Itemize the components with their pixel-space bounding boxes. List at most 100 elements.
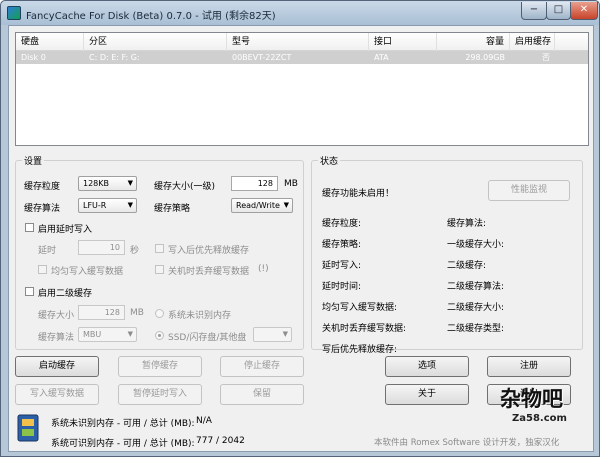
table-row[interactable]: Disk 0 C: D: E: F: G: 00BEVT-22ZCT ATA 2…: [16, 51, 588, 64]
column-header-enabled[interactable]: 启用缓存: [510, 33, 555, 51]
write-priority-label: 写入后优先释放缓存: [168, 246, 250, 256]
column-header-model[interactable]: 型号: [227, 33, 369, 51]
chevron-down-icon: ▼: [127, 179, 133, 187]
options-button[interactable]: 选项: [385, 356, 469, 377]
l2-cache-checkbox[interactable]: [25, 287, 34, 296]
l2-algo-select[interactable]: MBU ▼: [78, 327, 137, 342]
app-icon: [7, 6, 21, 20]
uniform-write-checkbox[interactable]: [38, 265, 47, 274]
status-label: 延时写入:: [322, 261, 362, 271]
status-label: 二级缓存类型:: [447, 324, 505, 334]
column-header-disk[interactable]: 硬盘: [16, 33, 84, 51]
credit-text: 本软件由 Romex Software 设计开发，独家汉化: [374, 438, 560, 448]
cell-disk: Disk 0: [21, 53, 46, 62]
app-window: FancyCache For Disk (Beta) 0.7.0 - 试用 (剩…: [0, 0, 600, 457]
ssd-device-select[interactable]: ▼: [253, 327, 292, 342]
discard-on-shutdown-label: 关机时丢弃缓写数据: [168, 267, 250, 277]
status-label: 均匀写入缓写数据:: [322, 303, 398, 313]
cache-size-label: 缓存大小(一级): [154, 182, 216, 192]
chevron-down-icon: ▼: [283, 201, 289, 209]
minimize-button[interactable]: −: [521, 2, 547, 20]
cache-granularity-label: 缓存粒度: [24, 182, 61, 192]
performance-monitor-button[interactable]: 性能监视: [488, 180, 570, 201]
l2-size-input[interactable]: 128: [78, 305, 125, 320]
status-message: 缓存功能未启用！: [322, 189, 395, 199]
pause-cache-button[interactable]: 暂停缓存: [118, 356, 202, 377]
disk-table[interactable]: 硬盘 分区 型号 接口 容量 启用缓存 Disk 0 C: D: E: F: G…: [15, 32, 589, 146]
cache-policy-value: Read/Write: [236, 201, 280, 210]
write-deferred-button[interactable]: 写入缓写数据: [15, 384, 99, 405]
recognized-memory-footer-label: 系统可识别内存 - 可用 / 总计 (MB):: [51, 439, 195, 449]
status-label: 缓存粒度:: [322, 219, 362, 229]
l2-algo-label: 缓存算法: [38, 333, 75, 343]
status-label: 二级缓存算法:: [447, 282, 505, 292]
title-bar[interactable]: FancyCache For Disk (Beta) 0.7.0 - 试用 (剩…: [1, 1, 599, 25]
settings-title: 设置: [22, 154, 45, 167]
cache-size-unit: MB: [284, 179, 298, 189]
discard-on-shutdown-checkbox[interactable]: [155, 265, 164, 274]
cache-granularity-value: 128KB: [83, 179, 110, 188]
cell-partition: C: D: E: F: G:: [89, 53, 140, 62]
delay-unit: 秒: [130, 246, 140, 256]
warning-hint: (!): [258, 264, 269, 274]
stop-cache-button[interactable]: 停止缓存: [220, 356, 304, 377]
ssd-label: SSD/闪存盘/其他盘: [168, 333, 247, 343]
delay-label: 延时: [38, 246, 57, 256]
column-header-partition[interactable]: 分区: [84, 33, 227, 51]
recognized-memory-footer-value: 777 / 2042: [196, 436, 245, 446]
cell-enabled: 否: [542, 53, 550, 62]
settings-group: 设置 缓存粒度 128KB ▼ 缓存大小(一级) 128 MB 缓存算法 LFU-…: [15, 154, 304, 350]
unrecognized-memory-radio[interactable]: [155, 309, 164, 318]
status-label: 写后优先释放缓存:: [322, 345, 398, 355]
l2-size-label: 缓存大小: [38, 311, 75, 321]
cell-model: 00BEVT-22ZCT: [232, 53, 292, 62]
watermark-logo: 杂物吧 Za58.com: [500, 383, 567, 424]
cache-algo-value: LFU-R: [83, 201, 107, 210]
cell-capacity: 298.09GB: [465, 53, 505, 62]
unrecognized-memory-label: 系统未识别内存: [168, 311, 232, 321]
cache-policy-select[interactable]: Read/Write ▼: [231, 198, 293, 213]
register-button[interactable]: 注册: [487, 356, 571, 377]
cache-granularity-select[interactable]: 128KB ▼: [78, 176, 137, 191]
write-priority-checkbox[interactable]: [155, 244, 164, 253]
cache-algo-select[interactable]: LFU-R ▼: [78, 198, 137, 213]
window-title: FancyCache For Disk (Beta) 0.7.0 - 试用 (剩…: [26, 11, 276, 22]
status-label: 关机时丢弃缓写数据:: [322, 324, 407, 334]
status-group: 状态 缓存功能未启用！ 性能监视 缓存粒度: 缓存策略: 延时写入: 延时时间:…: [311, 154, 583, 355]
memory-chip-icon: [17, 414, 39, 442]
status-label: 缓存策略:: [322, 240, 362, 250]
delay-input[interactable]: 10: [78, 240, 125, 255]
delay-write-checkbox[interactable]: [25, 223, 34, 232]
chevron-down-icon: ▼: [127, 201, 133, 209]
status-label: 延时时间:: [322, 282, 362, 292]
cache-policy-label: 缓存策略: [154, 204, 191, 214]
cell-interface: ATA: [374, 53, 389, 62]
status-label: 二级缓存大小:: [447, 303, 505, 313]
unrecognized-memory-footer-value: N/A: [196, 416, 212, 426]
unrecognized-memory-footer-label: 系统未识别内存 - 可用 / 总计 (MB):: [51, 419, 195, 429]
cache-size-input[interactable]: 128: [231, 176, 278, 191]
status-label: 二级缓存:: [447, 261, 487, 271]
close-button[interactable]: ✕: [570, 2, 598, 20]
watermark-big: 杂物吧: [500, 387, 563, 411]
chevron-down-icon: ▼: [282, 330, 288, 338]
status-label: 缓存算法:: [447, 219, 487, 229]
ssd-radio[interactable]: [155, 331, 164, 340]
delay-write-label: 启用延时写入: [38, 225, 93, 235]
start-cache-button[interactable]: 启动缓存: [15, 356, 99, 377]
l2-algo-value: MBU: [83, 330, 102, 339]
watermark-small: Za58.com: [512, 413, 567, 424]
about-button[interactable]: 关于: [385, 384, 469, 405]
pause-deferred-button[interactable]: 暂停延时写入: [118, 384, 202, 405]
maximize-button[interactable]: □: [546, 2, 571, 20]
status-label: 一级缓存大小:: [447, 240, 505, 250]
keep-button[interactable]: 保留: [220, 384, 304, 405]
uniform-write-label: 均匀写入缓写数据: [51, 267, 124, 277]
table-header: 硬盘 分区 型号 接口 容量 启用缓存: [16, 33, 588, 51]
column-header-interface[interactable]: 接口: [369, 33, 437, 51]
chevron-down-icon: ▼: [127, 330, 133, 338]
l2-cache-label: 启用二级缓存: [38, 289, 93, 299]
column-header-capacity[interactable]: 容量: [437, 33, 510, 51]
cache-algo-label: 缓存算法: [24, 204, 61, 214]
status-title: 状态: [318, 154, 341, 167]
